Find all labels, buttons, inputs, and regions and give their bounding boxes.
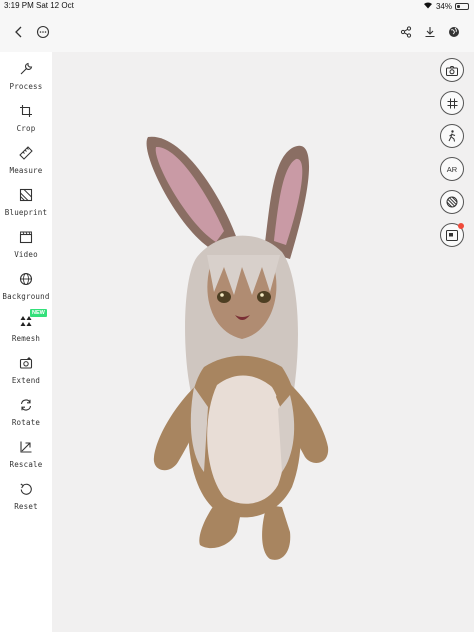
back-chevron-icon[interactable] (9, 22, 29, 42)
download-icon[interactable] (420, 22, 440, 42)
texture-button[interactable] (440, 190, 464, 214)
tool-blueprint[interactable]: Blueprint (0, 186, 52, 226)
share-icon[interactable] (396, 22, 416, 42)
texture-sphere-icon (446, 193, 458, 212)
tool-label: Remesh (11, 334, 41, 343)
tool-label: Rescale (9, 460, 43, 469)
picture-in-picture-icon (446, 226, 458, 245)
tool-label: Reset (14, 502, 38, 511)
globe-icon[interactable] (444, 22, 464, 42)
camera-icon (446, 61, 458, 80)
crop-icon (17, 102, 35, 120)
globe-icon (17, 270, 35, 288)
grid-button[interactable] (440, 91, 464, 115)
clapperboard-icon (17, 228, 35, 246)
tool-label: Rotate (11, 418, 41, 427)
tool-label: Process (9, 82, 43, 91)
wrench-icon (17, 60, 35, 78)
tool-rotate[interactable]: Rotate (0, 396, 52, 436)
tool-label: Video (14, 250, 38, 259)
status-indicators: 34% (423, 1, 469, 11)
status-bar: 3:19 PM Sat 12 Oct 34% (0, 0, 474, 13)
plush-bunny-model[interactable] (142, 127, 342, 567)
reset-icon (17, 480, 35, 498)
picture-in-picture-button[interactable] (440, 223, 464, 247)
camera-button[interactable] (440, 58, 464, 82)
walk-mode-button[interactable] (440, 124, 464, 148)
tool-label: Blueprint (4, 208, 48, 217)
tool-crop[interactable]: Crop (0, 102, 52, 142)
notification-dot (458, 223, 464, 229)
tool-video[interactable]: Video (0, 228, 52, 268)
tool-label: Background (2, 292, 50, 301)
blueprint-icon (17, 186, 35, 204)
tool-label: Measure (9, 166, 43, 175)
tool-rescale[interactable]: Rescale (0, 438, 52, 478)
tool-process[interactable]: Process (0, 60, 52, 100)
top-bar (0, 13, 474, 49)
extend-camera-icon (17, 354, 35, 372)
tool-background[interactable]: Background (0, 270, 52, 310)
status-date: Sat 12 Oct (36, 1, 74, 10)
more-options-icon[interactable] (33, 22, 53, 42)
ruler-icon (17, 144, 35, 162)
person-walk-icon (447, 127, 457, 146)
rotate-icon (17, 396, 35, 414)
status-time: 3:19 PM (4, 1, 34, 10)
new-badge: NEW (30, 309, 47, 317)
tools-sidebar: Process Crop Measure Blueprint Video Bac… (0, 52, 52, 632)
tool-extend[interactable]: Extend (0, 354, 52, 394)
tool-remesh[interactable]: NEW Remesh (0, 309, 52, 352)
tool-label: Extend (11, 376, 41, 385)
ar-icon: AR (446, 164, 458, 174)
grid-icon (447, 94, 458, 113)
battery-percent: 34% (435, 1, 452, 11)
rescale-icon (17, 438, 35, 456)
battery-icon (455, 2, 469, 10)
wifi-icon (423, 1, 433, 11)
ar-button[interactable]: AR (440, 157, 464, 181)
3d-viewport[interactable] (52, 52, 474, 632)
tool-label: Crop (16, 124, 36, 133)
tool-measure[interactable]: Measure (0, 144, 52, 184)
tool-reset[interactable]: Reset (0, 480, 52, 520)
